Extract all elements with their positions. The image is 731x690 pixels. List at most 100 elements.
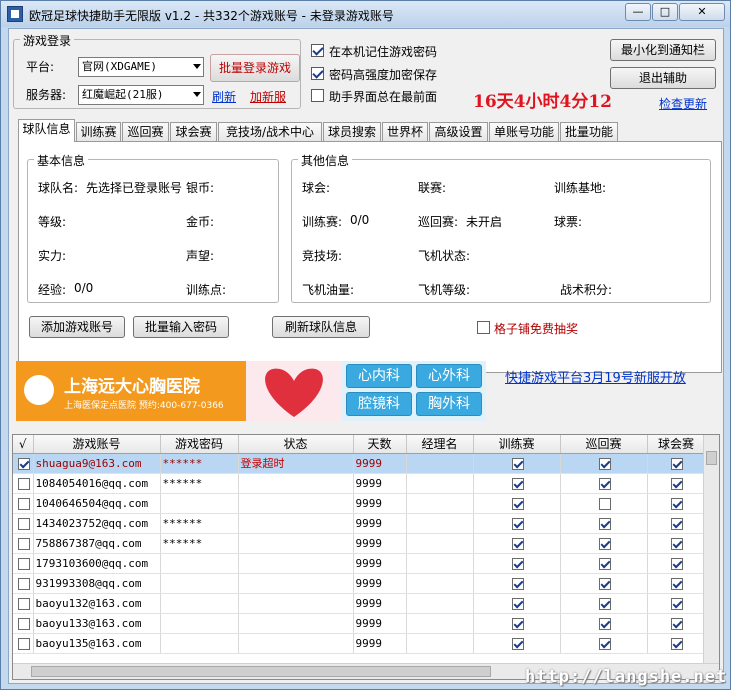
training-checkbox[interactable] — [511, 477, 524, 490]
table-row[interactable]: 1793103600@qq.com 9999 — [13, 553, 706, 574]
tour-checkbox[interactable] — [598, 557, 611, 570]
batch-login-button[interactable]: 批量登录游戏 — [210, 54, 300, 82]
club-checkbox[interactable] — [671, 537, 683, 550]
training-checkbox[interactable] — [511, 617, 524, 630]
hospital-banner-ad[interactable]: 上海远大心胸医院 上海医保定点医院 预约:400-677-0366 心内科 心外… — [16, 361, 486, 421]
col-training-header[interactable]: 训练赛 — [473, 435, 561, 454]
col-manager-header[interactable]: 经理名 — [406, 435, 474, 454]
vertical-scroll-thumb[interactable] — [706, 451, 717, 465]
tour-checkbox[interactable] — [598, 577, 611, 590]
training-cell — [473, 613, 561, 634]
vertical-scrollbar[interactable] — [703, 435, 719, 663]
days-cell: 9999 — [353, 553, 407, 574]
col-account-header[interactable]: 游戏账号 — [33, 435, 161, 454]
table-row[interactable]: baoyu135@163.com 9999 — [13, 633, 706, 654]
minimize-to-tray-button[interactable]: 最小化到通知栏 — [610, 39, 716, 61]
tab-tour[interactable]: 巡回赛 — [122, 122, 169, 141]
tab-arena[interactable]: 竞技场/战术中心 — [218, 122, 322, 141]
tab-training[interactable]: 训练赛 — [76, 122, 121, 141]
row-select-checkbox[interactable] — [17, 577, 30, 590]
club-checkbox[interactable] — [671, 497, 683, 510]
refresh-team-button[interactable]: 刷新球队信息 — [272, 316, 370, 338]
col-check-header[interactable]: √ — [13, 435, 34, 454]
tab-world-cup[interactable]: 世界杯 — [382, 122, 428, 141]
tab-batch[interactable]: 批量功能 — [560, 122, 618, 141]
club-checkbox[interactable] — [671, 617, 683, 630]
tour-checkbox[interactable] — [598, 617, 611, 630]
table-row[interactable]: 1040646504@qq.com 9999 — [13, 493, 706, 514]
tab-advanced[interactable]: 高级设置 — [429, 122, 488, 141]
club-cell — [647, 553, 706, 574]
row-select-checkbox[interactable] — [17, 517, 30, 530]
training-checkbox[interactable] — [511, 637, 524, 650]
refresh-link[interactable]: 刷新 — [212, 88, 236, 105]
platform-select[interactable]: 官网(XDGAME) — [78, 57, 204, 77]
new-server-link[interactable]: 加新服 — [250, 88, 286, 105]
training-checkbox[interactable] — [511, 557, 524, 570]
tab-club[interactable]: 球会赛 — [170, 122, 217, 141]
encrypt-password-checkbox[interactable] — [311, 67, 324, 80]
table-row[interactable]: baoyu133@163.com 9999 — [13, 613, 706, 634]
row-select-checkbox[interactable] — [17, 537, 30, 550]
tour-cell — [560, 593, 648, 614]
table-row[interactable]: 1084054016@qq.com ****** 9999 — [13, 473, 706, 494]
col-tour-header[interactable]: 巡回赛 — [560, 435, 648, 454]
always-on-top-checkbox[interactable] — [311, 89, 324, 102]
training-checkbox[interactable] — [511, 457, 524, 470]
row-select-checkbox[interactable] — [17, 637, 30, 650]
close-button[interactable]: ✕ — [679, 3, 725, 21]
heart-icon — [265, 368, 323, 417]
tour-checkbox[interactable] — [598, 637, 611, 650]
club-checkbox[interactable] — [671, 637, 683, 650]
row-select-cell — [13, 633, 34, 654]
add-account-button[interactable]: 添加游戏账号 — [29, 316, 125, 338]
row-select-checkbox[interactable] — [17, 597, 30, 610]
tour-checkbox[interactable] — [598, 537, 611, 550]
col-status-header[interactable]: 状态 — [238, 435, 354, 454]
row-select-checkbox[interactable] — [17, 457, 30, 470]
training-checkbox[interactable] — [511, 497, 524, 510]
exit-button[interactable]: 退出辅助 — [610, 67, 716, 89]
batch-password-button[interactable]: 批量输入密码 — [133, 316, 229, 338]
tab-team-info[interactable]: 球队信息 — [18, 119, 75, 142]
server-select[interactable]: 红魔崛起(21服) — [78, 85, 204, 105]
tab-single-account[interactable]: 单账号功能 — [489, 122, 559, 141]
table-row[interactable]: baoyu132@163.com 9999 — [13, 593, 706, 614]
row-select-checkbox[interactable] — [17, 617, 30, 630]
title-bar[interactable]: 欧冠足球快捷助手无限版 v1.2 - 共332个游戏账号 - 未登录游戏账号 —… — [1, 1, 730, 27]
minimize-button[interactable]: — — [625, 3, 651, 21]
training-checkbox[interactable] — [511, 537, 524, 550]
club-checkbox[interactable] — [671, 577, 683, 590]
club-checkbox[interactable] — [671, 597, 683, 610]
tour-checkbox[interactable] — [598, 457, 611, 470]
tab-player-search[interactable]: 球员搜索 — [323, 122, 381, 141]
table-row[interactable]: 1434023752@qq.com ****** 9999 — [13, 513, 706, 534]
training-checkbox[interactable] — [511, 517, 524, 530]
col-password-header[interactable]: 游戏密码 — [160, 435, 239, 454]
remember-password-checkbox[interactable] — [311, 44, 324, 57]
tour-checkbox[interactable] — [598, 517, 611, 530]
new-server-news-link[interactable]: 快捷游戏平台3月19号新服开放 — [505, 367, 686, 386]
tour-checkbox[interactable] — [598, 597, 611, 610]
training-checkbox[interactable] — [511, 577, 524, 590]
club-checkbox[interactable] — [671, 477, 683, 490]
tour-checkbox[interactable] — [598, 477, 611, 490]
row-select-checkbox[interactable] — [17, 497, 30, 510]
check-update-link[interactable]: 检查更新 — [659, 95, 707, 112]
tour-checkbox[interactable] — [598, 497, 611, 510]
row-select-checkbox[interactable] — [17, 477, 30, 490]
col-days-header[interactable]: 天数 — [353, 435, 407, 454]
club-checkbox[interactable] — [671, 457, 683, 470]
maximize-button[interactable]: □ — [652, 3, 678, 21]
free-lottery-checkbox[interactable] — [477, 321, 490, 334]
table-row[interactable]: shuagua9@163.com ****** 登录超时 9999 — [13, 453, 706, 474]
club-checkbox[interactable] — [671, 517, 683, 530]
horizontal-scroll-thumb[interactable] — [31, 666, 491, 677]
col-club-header[interactable]: 球会赛 — [647, 435, 706, 454]
password-cell: ****** — [160, 513, 239, 534]
table-row[interactable]: 931993308@qq.com 9999 — [13, 573, 706, 594]
row-select-checkbox[interactable] — [17, 557, 30, 570]
training-checkbox[interactable] — [511, 597, 524, 610]
table-row[interactable]: 758867387@qq.com ****** 9999 — [13, 533, 706, 554]
club-checkbox[interactable] — [671, 557, 683, 570]
